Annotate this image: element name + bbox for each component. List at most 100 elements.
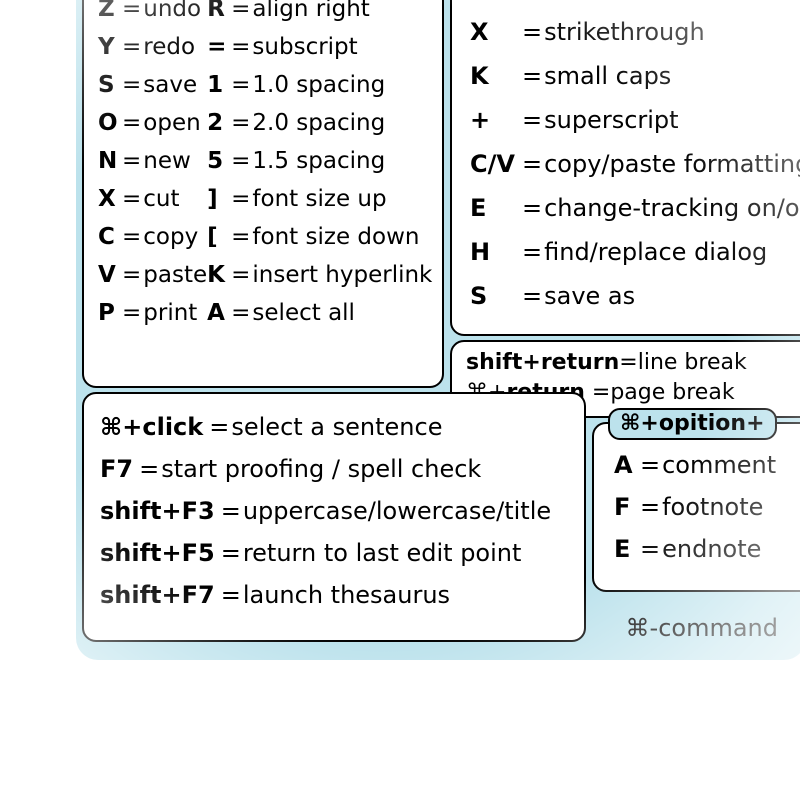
shortcut-desc: open [143, 104, 200, 142]
shortcut-desc: 1.5 spacing [252, 142, 385, 180]
equals-sign: = [231, 0, 252, 28]
shortcut-key: shift+F3 [100, 490, 221, 532]
shortcut-desc: select a sentence [231, 406, 442, 448]
shortcut-row: H =find/replace dialog [470, 230, 800, 274]
equals-sign: = [122, 256, 143, 294]
shortcut-card: D=fontZ=undoY=redoS=saveO=openN=newX=cut… [76, 0, 800, 660]
shortcut-key: K [470, 54, 522, 98]
shortcut-desc: print [143, 294, 197, 332]
equals-sign: = [122, 104, 143, 142]
equals-sign: = [122, 294, 143, 332]
shortcut-key: A [614, 444, 640, 486]
shortcut-desc: paste [143, 256, 207, 294]
shortcut-row: D =double underline [470, 0, 800, 10]
equals-sign: = [231, 180, 252, 218]
equals-sign: = [221, 574, 243, 616]
equals-sign: = [522, 230, 544, 274]
shortcut-desc: strikethrough [544, 10, 705, 54]
shortcut-row: A =comment [614, 444, 800, 486]
shortcut-row: C/V =copy/paste formatting [470, 142, 800, 186]
shortcut-row: N=new [98, 142, 207, 180]
shortcut-key: S [470, 274, 522, 318]
shortcut-row: P=print [98, 294, 207, 332]
shortcut-desc: return to last edit point [243, 532, 522, 574]
equals-sign: = [640, 444, 662, 486]
shortcut-desc: 1.0 spacing [252, 66, 385, 104]
shortcut-key: ⌘+click [100, 406, 209, 448]
equals-sign: = [221, 532, 243, 574]
shortcut-key: shift+F7 [100, 574, 221, 616]
equals-sign: = [619, 350, 637, 375]
shortcut-desc: line break [638, 350, 747, 375]
shortcut-row: Y=redo [98, 28, 207, 66]
equals-sign: = [231, 28, 252, 66]
shortcut-desc: double underline [544, 0, 747, 10]
shortcut-key: shift+return [466, 350, 619, 375]
equals-sign: = [231, 104, 252, 142]
shortcut-key: D [470, 0, 522, 10]
equals-sign: = [522, 54, 544, 98]
shortcut-desc: redo [143, 28, 195, 66]
shortcut-row: shift+F3 =uppercase/lowercase/title [100, 490, 572, 532]
shortcut-desc: start proofing / spell check [161, 448, 481, 490]
shortcut-row: S=save [98, 66, 207, 104]
shortcut-desc: save [143, 66, 197, 104]
equals-sign: = [231, 256, 252, 294]
shortcut-row: K =insert hyperlink [207, 256, 432, 294]
equals-sign: = [231, 66, 252, 104]
shortcut-row: O=open [98, 104, 207, 142]
shortcut-key: K [207, 256, 231, 294]
shortcut-desc: 2.0 spacing [252, 104, 385, 142]
equals-sign: = [122, 0, 143, 28]
two-column-layout: D=fontZ=undoY=redoS=saveO=openN=newX=cut… [84, 0, 442, 380]
equals-sign: = [122, 142, 143, 180]
equals-sign: = [122, 66, 143, 104]
legend-command: ⌘-command [626, 614, 778, 642]
shortcut-row: ⌘+click =select a sentence [100, 406, 572, 448]
shortcut-row: R =align right [207, 0, 432, 28]
shortcut-key: N [98, 142, 122, 180]
equals-sign: = [522, 0, 544, 10]
shortcut-desc: page break [610, 380, 734, 405]
shortcut-desc: small caps [544, 54, 671, 98]
shortcut-desc: align right [252, 0, 369, 28]
shortcut-desc: save as [544, 274, 635, 318]
column-single: D =double underlineX =strikethroughK =sm… [452, 0, 800, 328]
equals-sign: = [522, 274, 544, 318]
shortcut-key: C [98, 218, 122, 256]
column-right: L =align leftR =align right= =subscript1… [207, 0, 432, 370]
shortcut-key: 1 [207, 66, 231, 104]
shortcut-key: 2 [207, 104, 231, 142]
shortcut-desc: change-tracking on/off [544, 186, 800, 230]
shortcut-row: F =footnote [614, 486, 800, 528]
shortcut-row: 1 =1.0 spacing [207, 66, 432, 104]
equals-sign: = [139, 448, 161, 490]
shortcut-row: E =endnote [614, 528, 800, 570]
equals-sign: = [231, 294, 252, 332]
panel-inner: ⌘+click =select a sentenceF7 =start proo… [84, 394, 584, 628]
panel-misc-shortcuts: ⌘+click =select a sentenceF7 =start proo… [82, 392, 586, 642]
equals-sign: = [209, 406, 231, 448]
panel-command-shortcuts: D=fontZ=undoY=redoS=saveO=openN=newX=cut… [82, 0, 444, 388]
shortcut-row: 5 =1.5 spacing [207, 142, 432, 180]
shortcut-row: X =strikethrough [470, 10, 800, 54]
shortcut-row: 2 =2.0 spacing [207, 104, 432, 142]
shortcut-row: = =subscript [207, 28, 432, 66]
shortcut-desc: find/replace dialog [544, 230, 767, 274]
shortcut-desc: copy/paste formatting [544, 142, 800, 186]
shortcut-key: 5 [207, 142, 231, 180]
shortcut-desc: copy [143, 218, 198, 256]
shortcut-key: Y [98, 28, 122, 66]
panel-inner: A =commentF =footnoteE =endnote [594, 424, 800, 580]
shortcut-key: O [98, 104, 122, 142]
equals-sign: = [522, 142, 544, 186]
shortcut-row: X=cut [98, 180, 207, 218]
equals-sign: = [231, 218, 252, 256]
shortcut-desc: subscript [252, 28, 357, 66]
shortcut-key: ] [207, 180, 231, 218]
shortcut-desc: undo [143, 0, 201, 28]
column-left: D=fontZ=undoY=redoS=saveO=openN=newX=cut… [98, 0, 207, 370]
shortcut-desc: cut [143, 180, 179, 218]
shortcut-desc: superscript [544, 98, 678, 142]
shortcut-row: S =save as [470, 274, 800, 318]
